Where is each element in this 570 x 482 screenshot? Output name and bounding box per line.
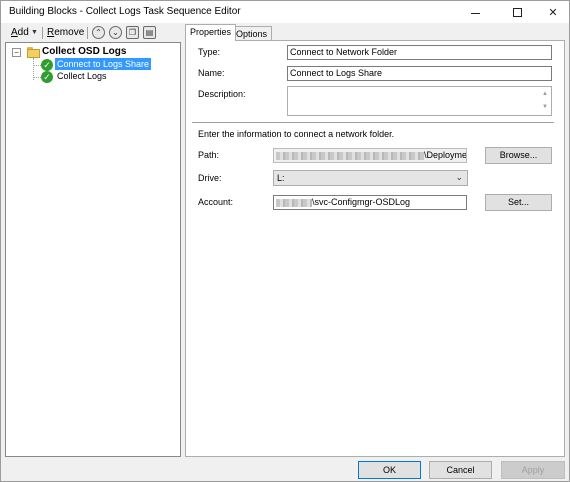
scroll-up-icon[interactable]: ▲	[541, 88, 549, 101]
set-account-button[interactable]: Set...	[485, 194, 552, 211]
browse-button[interactable]: Browse...	[485, 147, 552, 164]
add-menu[interactable]: Add	[11, 27, 29, 38]
tab-options[interactable]: Options	[231, 26, 273, 40]
tree-connector	[33, 77, 41, 78]
drive-label: Drive:	[198, 173, 222, 183]
copy-icon[interactable]: ❐	[126, 26, 139, 39]
path-field: \Deployment	[273, 148, 467, 163]
task-sequence-tree[interactable]: − Collect OSD Logs ✓ Connect to Logs Sha…	[5, 42, 181, 457]
scroll-down-icon[interactable]: ▼	[541, 101, 549, 114]
account-suffix: \svc-Configmgr-OSDLog	[312, 197, 411, 207]
minimize-button[interactable]	[461, 1, 489, 23]
minimize-icon	[470, 12, 480, 14]
path-suffix: \Deployment	[424, 150, 467, 160]
tree-step-collect-logs[interactable]: Collect Logs	[55, 70, 109, 82]
description-textarea[interactable]: ▲ ▼	[287, 86, 552, 116]
add-label: dd	[17, 27, 29, 38]
paste-icon[interactable]: ▤	[143, 26, 156, 39]
move-up-icon[interactable]: ⌃	[92, 26, 105, 39]
add-dropdown-arrow-icon[interactable]: ▼	[31, 29, 38, 36]
tab-properties[interactable]: Properties	[185, 24, 237, 41]
account-field: \svc-Configmgr-OSDLog	[273, 195, 467, 210]
path-label: Path:	[198, 150, 220, 160]
maximize-button[interactable]	[503, 1, 531, 23]
maximize-icon	[512, 7, 522, 17]
folder-icon	[27, 47, 40, 58]
apply-button[interactable]: Apply	[501, 461, 565, 479]
tree-group-collect-osd-logs[interactable]: Collect OSD Logs	[42, 46, 126, 57]
toolbar: Add ▼ Remove ⌃ ⌄ ❐ ▤	[3, 24, 181, 42]
ok-button[interactable]: OK	[358, 461, 421, 479]
close-button[interactable]: ✕	[539, 1, 567, 23]
window-title: Building Blocks - Collect Logs Task Sequ…	[9, 6, 241, 17]
success-check-icon: ✓	[41, 59, 53, 71]
chevron-down-icon: ⌄	[455, 172, 463, 182]
task-sequence-editor-window: Building Blocks - Collect Logs Task Sequ…	[0, 0, 570, 482]
drive-select[interactable]: L: ⌄	[273, 170, 468, 186]
network-intro-text: Enter the information to connect a netwo…	[198, 129, 395, 139]
description-label: Description:	[198, 89, 246, 99]
title-bar: Building Blocks - Collect Logs Task Sequ…	[1, 1, 569, 23]
section-divider	[192, 122, 554, 123]
properties-panel: Type: Connect to Network Folder Name: Co…	[185, 40, 565, 457]
drive-selected-value: L:	[277, 173, 285, 183]
account-label: Account:	[198, 197, 234, 207]
cancel-button[interactable]: Cancel	[429, 461, 492, 479]
toolbar-separator	[42, 27, 43, 39]
redacted-domain	[276, 198, 312, 207]
remove-button[interactable]: Remove	[47, 27, 84, 38]
tree-expander-collapse-icon[interactable]: −	[12, 48, 21, 57]
name-input[interactable]: Connect to Logs Share	[287, 66, 552, 81]
type-label: Type:	[198, 47, 221, 57]
toolbar-separator	[87, 27, 88, 39]
remove-label: emove	[54, 27, 85, 38]
close-icon: ✕	[548, 6, 558, 19]
description-scroll-arrows[interactable]: ▲ ▼	[541, 88, 549, 114]
name-label: Name:	[198, 68, 225, 78]
add-accelerator: A	[11, 27, 18, 38]
redacted-server-path	[276, 151, 424, 160]
tree-step-connect-to-logs-share[interactable]: Connect to Logs Share	[55, 58, 152, 70]
type-field: Connect to Network Folder	[287, 45, 552, 60]
success-check-icon: ✓	[41, 71, 53, 83]
tree-connector	[33, 65, 41, 66]
move-down-icon[interactable]: ⌄	[109, 26, 122, 39]
